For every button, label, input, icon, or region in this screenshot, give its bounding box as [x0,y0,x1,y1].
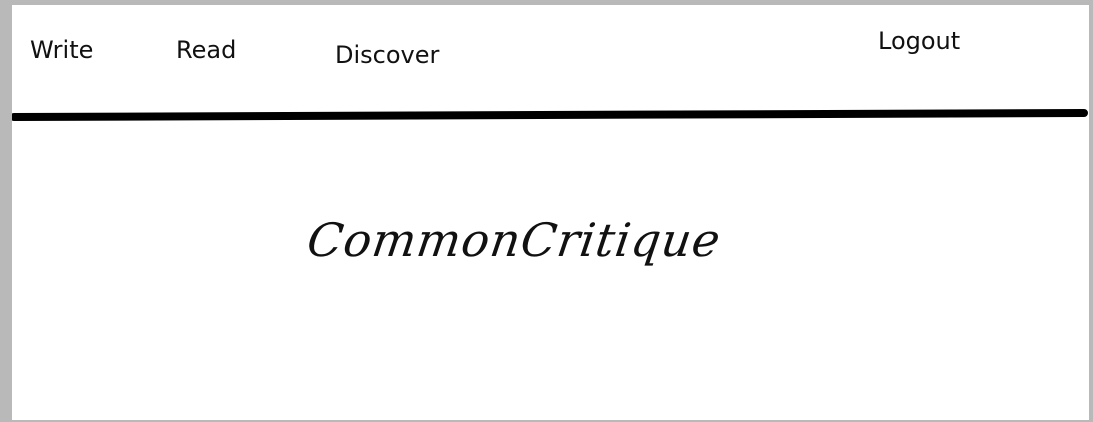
logout-link[interactable]: Logout [878,29,960,53]
nav-read-link[interactable]: Read [176,38,236,62]
brand-title: CommonCritique [304,213,725,267]
nav-write-link[interactable]: Write [30,38,93,62]
nav-divider [12,109,1088,121]
nav-discover-link[interactable]: Discover [335,43,439,67]
app-frame: Write Read Discover Logout CommonCritiqu… [12,5,1089,420]
